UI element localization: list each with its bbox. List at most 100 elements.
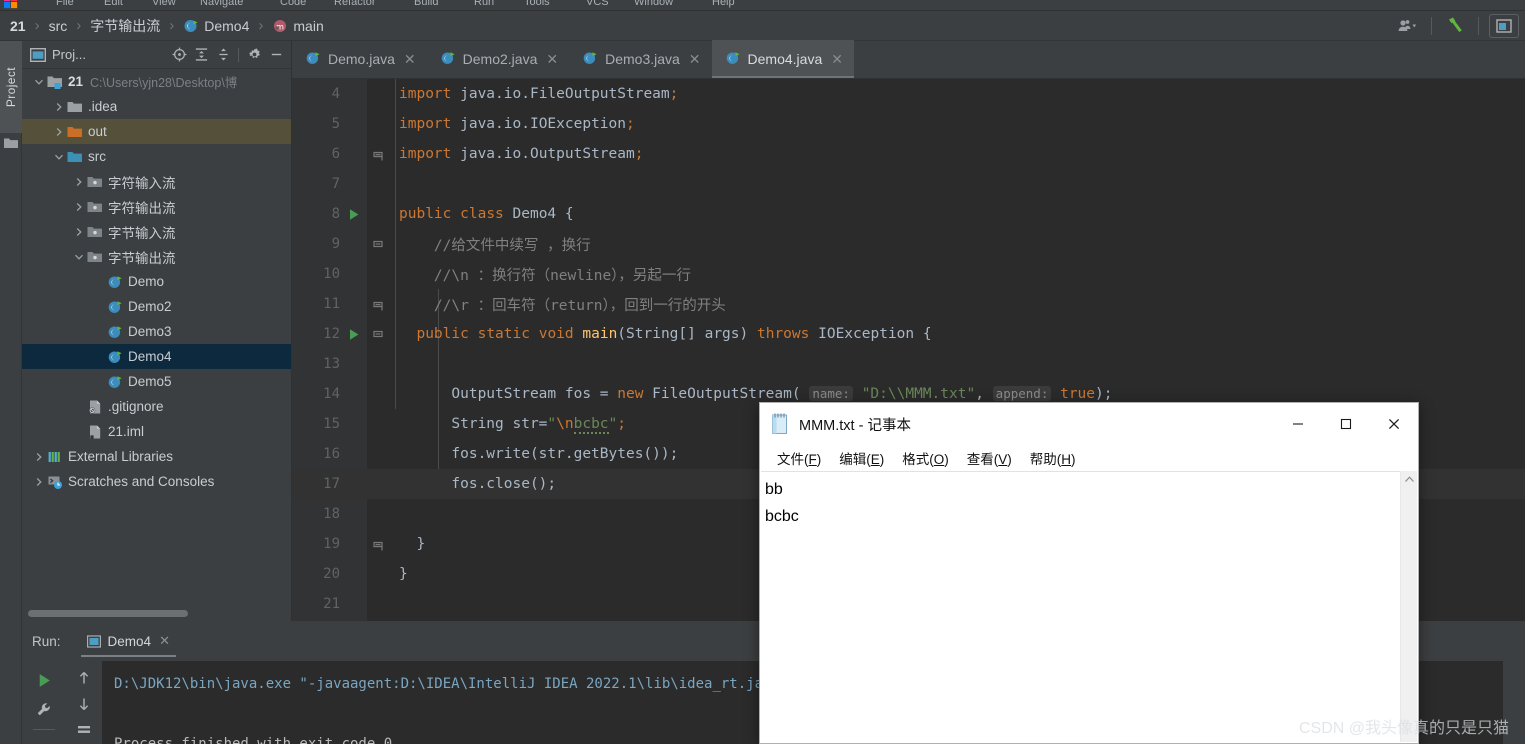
editor-tab-bar[interactable]: Demo.java ✕ Demo2.java ✕ Demo3.java ✕ Demo4.ja… [292,40,1525,79]
main-menu-bar[interactable]: File Edit View Navigate Code Refactor Bu… [0,0,1525,11]
menu-item-navigate[interactable]: Navigate [200,0,243,8]
code-line-11[interactable]: 11 //\r ：回车符（return），回到一行的开头 [292,289,1525,319]
editor-tab-demo-java[interactable]: Demo.java ✕ [292,40,427,78]
chevron-right-icon[interactable] [52,127,66,137]
minimize-button[interactable] [1274,403,1322,445]
menu-item-code[interactable]: Code [280,0,306,8]
code-fold-icon[interactable] [367,327,389,341]
menu-item-run[interactable]: Run [474,0,494,8]
scroll-up-icon[interactable] [1401,471,1417,488]
code-line-8[interactable]: 8 public class Demo4 { [292,199,1525,229]
code-line-7[interactable]: 7 [292,169,1525,199]
chevron-right-icon[interactable] [32,452,46,462]
chevron-right-icon[interactable] [32,477,46,487]
tree-item-demo3[interactable]: Demo3 [22,319,291,344]
chevron-down-icon[interactable] [72,252,86,262]
notepad-menu-edit[interactable]: 编辑(E) [830,448,893,468]
menu-item-refactor[interactable]: Refactor [334,0,376,8]
editor-tab-demo3-java[interactable]: Demo3.java ✕ [569,40,711,78]
up-arrow-icon[interactable] [66,665,102,691]
tree-item-21iml[interactable]: 21.iml [22,419,291,444]
notepad-menu-format[interactable]: 格式(O) [893,448,958,468]
tree-item-gitignore[interactable]: .gitignore [22,394,291,419]
editor-tab-demo2-java[interactable]: Demo2.java ✕ [427,40,569,78]
menu-item-tools[interactable]: Tools [524,0,550,8]
code-line-6[interactable]: 6 import java.io.OutputStream; [292,139,1525,169]
code-line-5[interactable]: 5 import java.io.IOException; [292,109,1525,139]
run-gutter-icon[interactable] [340,328,367,341]
tree-item-[interactable]: 字节输出流 [22,244,291,269]
close-icon[interactable]: ✕ [831,52,843,66]
notepad-menu-help[interactable]: 帮助(H) [1021,448,1085,468]
notepad-window[interactable]: MMM.txt - 记事本 文件(F) 编辑(E) 格式(O) 查看(V) 帮助… [759,402,1419,744]
maximize-button[interactable] [1322,403,1370,445]
stack-icon[interactable] [66,718,102,744]
tree-item-demo2[interactable]: Demo2 [22,294,291,319]
tree-item-[interactable]: 字节输入流 [22,219,291,244]
notepad-scrollbar[interactable] [1400,471,1417,742]
folder-icon[interactable] [4,137,18,149]
minimize-icon[interactable] [265,44,287,66]
tree-item-externallibraries[interactable]: External Libraries [22,444,291,469]
menu-item-vcs[interactable]: VCS [586,0,609,8]
user-dropdown-icon[interactable] [1395,14,1421,38]
chevron-right-icon[interactable] [72,202,86,212]
menu-item-window[interactable]: Window [634,0,673,8]
down-arrow-icon[interactable] [66,691,102,717]
menu-item-help[interactable]: Help [712,0,735,8]
layout-icon[interactable] [1489,13,1519,38]
tree-item-idea[interactable]: .idea [22,94,291,119]
chevron-right-icon[interactable] [72,177,86,187]
close-icon[interactable]: ✕ [689,52,701,66]
project-tree-hscrollbar[interactable] [28,610,188,617]
wrench-icon[interactable] [22,695,66,725]
expand-all-icon[interactable] [190,44,212,66]
close-icon[interactable]: ✕ [404,52,416,66]
run-tab-demo4[interactable]: Demo4 ✕ [77,621,180,661]
code-line-4[interactable]: 4 import java.io.FileOutputStream; [292,79,1525,109]
gear-icon[interactable] [243,44,265,66]
code-fold-icon[interactable] [367,297,389,311]
close-icon[interactable]: ✕ [546,52,558,66]
collapse-all-icon[interactable] [212,44,234,66]
run-gutter-icon[interactable] [340,208,367,221]
build-hammer-icon[interactable] [1442,14,1468,38]
locate-target-icon[interactable] [168,44,190,66]
chevron-down-icon[interactable] [32,77,46,87]
editor-tab-demo4-java[interactable]: Demo4.java ✕ [711,40,855,78]
notepad-title-bar[interactable]: MMM.txt - 记事本 [760,403,1418,445]
breadcrumb-item-class[interactable]: Demo4 [181,11,251,41]
notepad-menu-view[interactable]: 查看(V) [958,448,1021,468]
code-fold-icon[interactable] [367,237,389,251]
notepad-text-area[interactable]: bb bcbc [761,471,1417,742]
chevron-right-icon[interactable] [52,102,66,112]
code-line-13[interactable]: 13 [292,349,1525,379]
chevron-down-icon[interactable] [52,152,66,162]
breadcrumb-item-package[interactable]: 字节输出流 [88,11,162,41]
notepad-menu-bar[interactable]: 文件(F) 编辑(E) 格式(O) 查看(V) 帮助(H) [760,445,1418,471]
code-line-12[interactable]: 12 public static void main(String[] args… [292,319,1525,349]
code-line-9[interactable]: 9 //给文件中续写 ，换行 [292,229,1525,259]
close-icon[interactable]: ✕ [159,633,170,649]
tree-item-[interactable]: 字符输入流 [22,169,291,194]
code-fold-icon[interactable] [367,537,389,551]
tree-item-demo4[interactable]: Demo4 [22,344,291,369]
tree-item-out[interactable]: out [22,119,291,144]
code-line-10[interactable]: 10 //\n ：换行符（newline），另起一行 [292,259,1525,289]
sidebar-tab-project[interactable]: Project [0,41,22,133]
tree-item-demo5[interactable]: Demo5 [22,369,291,394]
tree-item-21[interactable]: 21 C:\Users\yjn28\Desktop\博 [22,69,291,94]
tree-item-[interactable]: 字符输出流 [22,194,291,219]
project-tree[interactable]: 21 C:\Users\yjn28\Desktop\博 .idea out src 字符输… [22,69,291,605]
breadcrumb-item-module[interactable]: 21 [8,11,28,41]
chevron-right-icon[interactable] [72,227,86,237]
tree-item-demo[interactable]: Demo [22,269,291,294]
breadcrumb-item-src[interactable]: src [47,11,70,41]
close-button[interactable] [1370,403,1418,445]
tree-item-scratchesandconsoles[interactable]: Scratches and Consoles [22,469,291,494]
menu-item-edit[interactable]: Edit [104,0,123,8]
code-fold-icon[interactable] [367,147,389,161]
menu-item-build[interactable]: Build [414,0,438,8]
menu-item-view[interactable]: View [152,0,176,8]
run-icon[interactable] [22,665,66,695]
